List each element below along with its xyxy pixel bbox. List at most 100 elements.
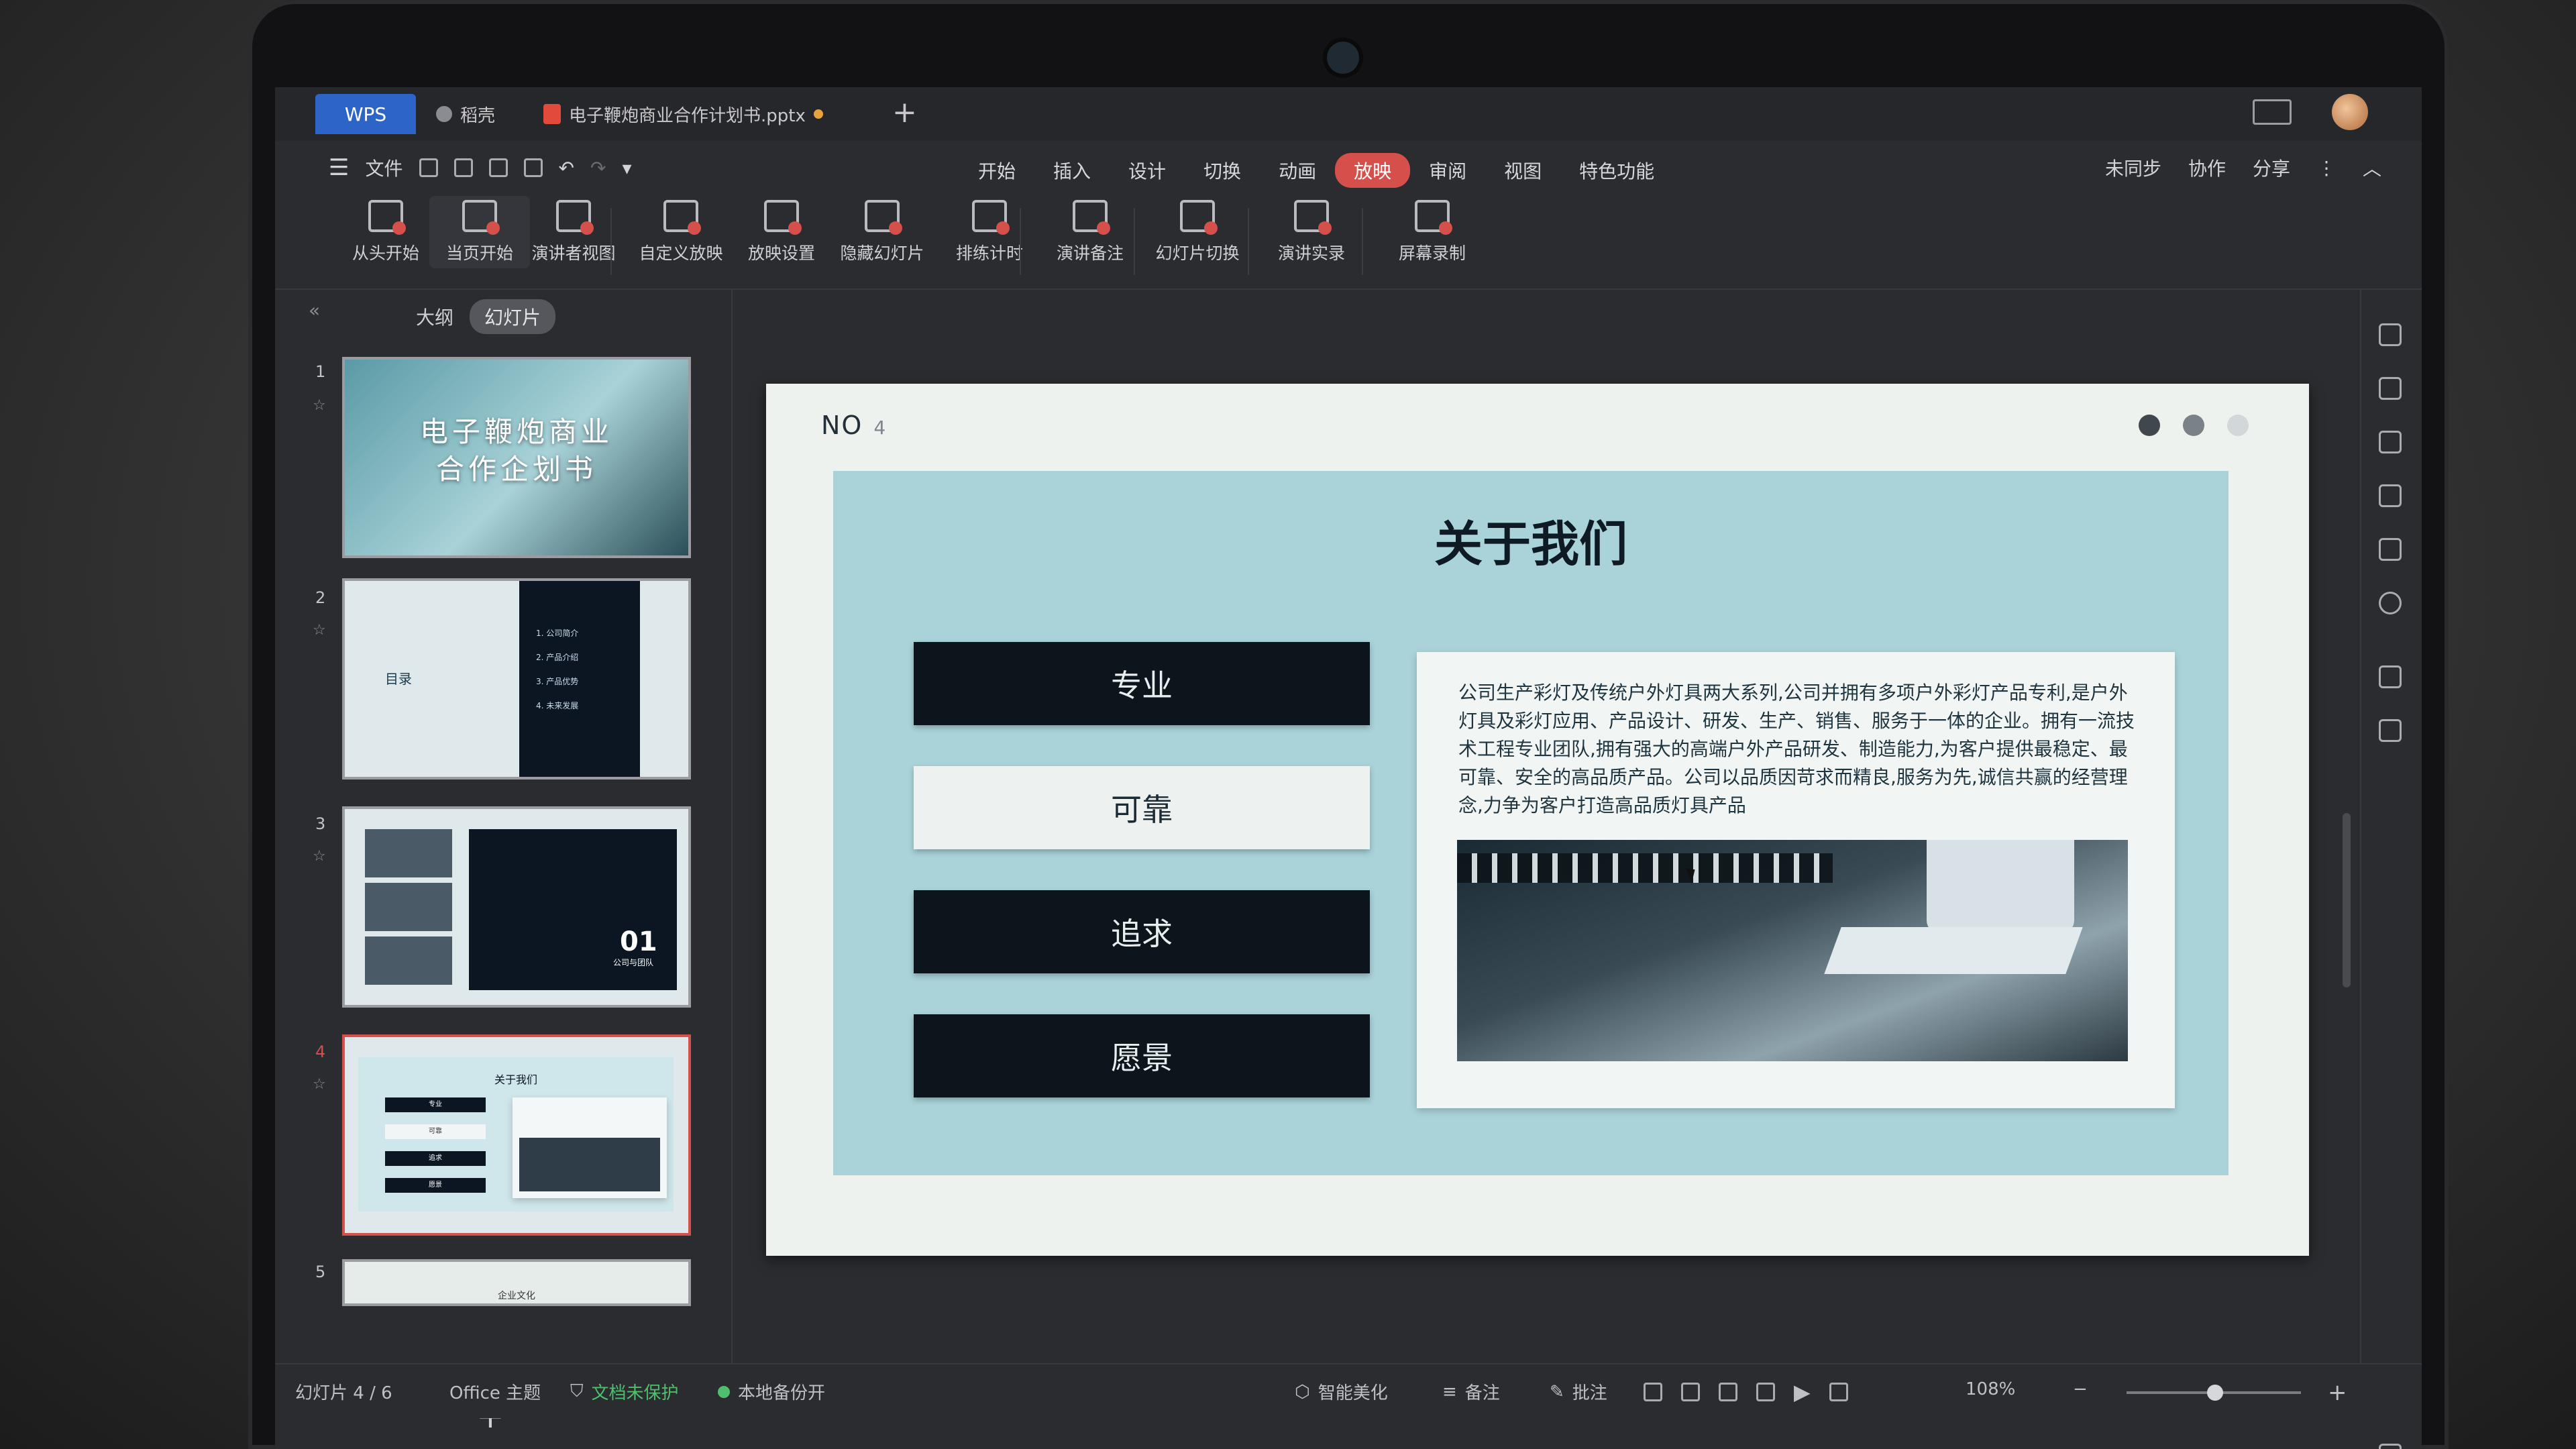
tab-wps[interactable]: WPS — [315, 94, 416, 134]
reading-view-icon[interactable] — [1719, 1383, 1737, 1401]
undo-icon[interactable]: ↶ — [559, 157, 574, 179]
menu-item[interactable]: 动画 — [1260, 153, 1335, 188]
thumb-button: 愿景 — [385, 1178, 486, 1193]
computer-photo[interactable] — [1457, 840, 2128, 1061]
menu-item[interactable]: 设计 — [1110, 153, 1185, 188]
value-box-reliable[interactable]: 可靠 — [914, 766, 1370, 849]
ribbon-button[interactable]: 演讲备注 — [1040, 200, 1140, 264]
more-dropdown-icon[interactable]: ▾ — [622, 157, 631, 179]
more-icon[interactable]: ⋮ — [2317, 157, 2336, 179]
print-icon[interactable] — [488, 158, 508, 177]
collaborate-button[interactable]: 协作 — [2188, 154, 2226, 181]
pptx-icon — [543, 104, 561, 124]
zoom-slider-handle[interactable] — [2207, 1385, 2223, 1401]
new-tab-button[interactable]: + — [892, 95, 917, 129]
ribbon-button-label: 排练计时 — [955, 244, 1023, 263]
vertical-scrollbar[interactable] — [2343, 343, 2351, 1350]
sorter-view-icon[interactable] — [1681, 1383, 1700, 1401]
tab-outline[interactable]: 大纲 — [416, 303, 453, 330]
file-menu[interactable]: 文件 — [365, 154, 402, 181]
slide-number-label: NO 4 — [821, 411, 887, 440]
smart-beautify-button[interactable]: 智能美化 — [1318, 1379, 1388, 1404]
sync-status[interactable]: 未同步 — [2105, 154, 2161, 181]
ribbon-button[interactable]: 放映设置 — [731, 200, 832, 264]
thumb-panel: 关于我们 专业 可靠 追求 愿景 — [358, 1057, 674, 1212]
settings-sliders-icon[interactable] — [2379, 323, 2402, 346]
normal-view-icon[interactable] — [1644, 1383, 1662, 1401]
ribbon-button[interactable]: 从头开始 — [335, 200, 436, 264]
image-icon[interactable] — [2379, 538, 2402, 561]
tab-slides[interactable]: 幻灯片 — [470, 299, 556, 334]
collapse-ribbon-icon[interactable]: ︿ — [2363, 154, 2381, 181]
slide-thumbnail-1[interactable]: 电子鞭炮商业 合作企划书 — [342, 357, 691, 558]
redo-icon[interactable]: ↷ — [590, 157, 606, 179]
ribbon-button[interactable]: 当页开始 — [429, 196, 530, 268]
present-icon[interactable] — [1756, 1383, 1775, 1401]
star-icon: ☆ — [313, 848, 326, 865]
ribbon-button[interactable]: 演讲实录 — [1261, 200, 1362, 264]
share-button[interactable]: 分享 — [2253, 154, 2290, 181]
menu-item[interactable]: 切换 — [1185, 153, 1260, 188]
daoke-icon — [436, 106, 452, 122]
menu-item[interactable]: 特色功能 — [1560, 153, 1673, 188]
shield-icon[interactable] — [2379, 484, 2402, 507]
chart-icon[interactable] — [2379, 431, 2402, 453]
ribbon-button[interactable]: 隐藏幻灯片 — [832, 200, 932, 264]
play-icon[interactable]: ▶ — [1794, 1379, 1811, 1405]
slide-thumbnail-4[interactable]: 关于我们 专业 可靠 追求 愿景 — [342, 1034, 691, 1236]
save-icon[interactable] — [419, 158, 438, 177]
backup-status[interactable]: 本地备份开 — [738, 1379, 825, 1404]
tab-daoke-label: 稻壳 — [460, 105, 496, 126]
menu-item[interactable]: 插入 — [1034, 153, 1110, 188]
thumb-section-label: 公司与团队 — [613, 958, 654, 967]
thumb-item: 2. 产品介绍 — [536, 653, 579, 662]
menu-item[interactable]: 视图 — [1485, 153, 1560, 188]
copy-icon[interactable] — [2379, 719, 2402, 742]
value-box-professional[interactable]: 专业 — [914, 642, 1370, 725]
theme-name[interactable]: Office 主题 — [449, 1379, 541, 1404]
slide-thumbnail-5[interactable]: 企业文化 — [342, 1259, 691, 1306]
ribbon-button[interactable]: 幻灯片切换 — [1147, 200, 1248, 264]
hamburger-icon[interactable]: ☰ — [329, 154, 349, 181]
avatar[interactable] — [2332, 94, 2368, 130]
star-tool-icon[interactable] — [2379, 665, 2402, 688]
slide-thumbnail-2[interactable]: 目录 1. 公司简介 2. 产品介绍 3. 产品优势 4. 未来发展 — [342, 578, 691, 780]
about-paragraph[interactable]: 公司生产彩灯及传统户外灯具两大系列,公司并拥有多项户外彩灯产品专利,是户外灯具及… — [1458, 679, 2136, 820]
collapse-panel-icon[interactable]: « — [309, 299, 320, 321]
tab-document[interactable]: 电子鞭炮商业合作计划书.pptx — [543, 97, 823, 131]
slide-title[interactable]: 关于我们 — [833, 504, 2229, 575]
slide-panel: « 大纲 幻灯片 1 ☆ 电子鞭炮商业 合作企划书 2 ☆ 目录 1. 公司简介… — [275, 290, 733, 1436]
ribbon-button[interactable]: 自定义放映 — [631, 200, 731, 264]
menu-item[interactable]: 开始 — [959, 153, 1034, 188]
thumb-item: 1. 公司简介 — [536, 629, 579, 638]
zoom-out-icon[interactable]: − — [2073, 1379, 2088, 1399]
ribbon-button[interactable]: 屏幕录制 — [1382, 200, 1483, 264]
dot-icon — [2227, 415, 2249, 436]
menu-item[interactable]: 审阅 — [1410, 153, 1485, 188]
value-box-vision[interactable]: 愿景 — [914, 1014, 1370, 1097]
print-preview-icon[interactable] — [523, 158, 543, 177]
grid-view-icon[interactable] — [2379, 1444, 2402, 1449]
scrollbar-thumb[interactable] — [2343, 813, 2351, 987]
shapes-icon[interactable] — [2379, 377, 2402, 400]
fit-screen-icon[interactable] — [1829, 1383, 1848, 1401]
comment-button[interactable]: 批注 — [1572, 1379, 1607, 1404]
protect-status[interactable]: 文档未保护 — [592, 1379, 679, 1404]
slide-number: 1 — [315, 362, 326, 381]
ribbon-button[interactable]: 排练计时 — [939, 200, 1040, 264]
window-layout-icon[interactable] — [2253, 99, 2292, 125]
tab-daoke[interactable]: 稻壳 — [436, 97, 495, 131]
value-box-pursuit[interactable]: 追求 — [914, 890, 1370, 973]
notes-button[interactable]: 备注 — [1465, 1379, 1500, 1404]
zoom-level[interactable]: 108% — [1966, 1379, 2015, 1399]
ribbon-tool-icon — [865, 200, 902, 235]
slide[interactable]: NO 4 关于我们 专业 可靠 追求 愿景 公司生产彩灯及传统户外灯具两大系列,公… — [766, 384, 2309, 1256]
ribbon-button[interactable]: 演讲者视图 — [523, 200, 624, 264]
zoom-in-icon[interactable]: + — [2328, 1379, 2347, 1406]
format-painter-icon[interactable] — [453, 158, 473, 177]
slide-thumbnail-3[interactable]: 01 公司与团队 — [342, 806, 691, 1008]
about-card[interactable]: 公司生产彩灯及传统户外灯具两大系列,公司并拥有多项户外彩灯产品专利,是户外灯具及… — [1417, 652, 2175, 1108]
menu-item[interactable]: 放映 — [1335, 153, 1411, 188]
monitor-stand-image — [1824, 927, 2083, 974]
history-icon[interactable] — [2379, 592, 2402, 614]
